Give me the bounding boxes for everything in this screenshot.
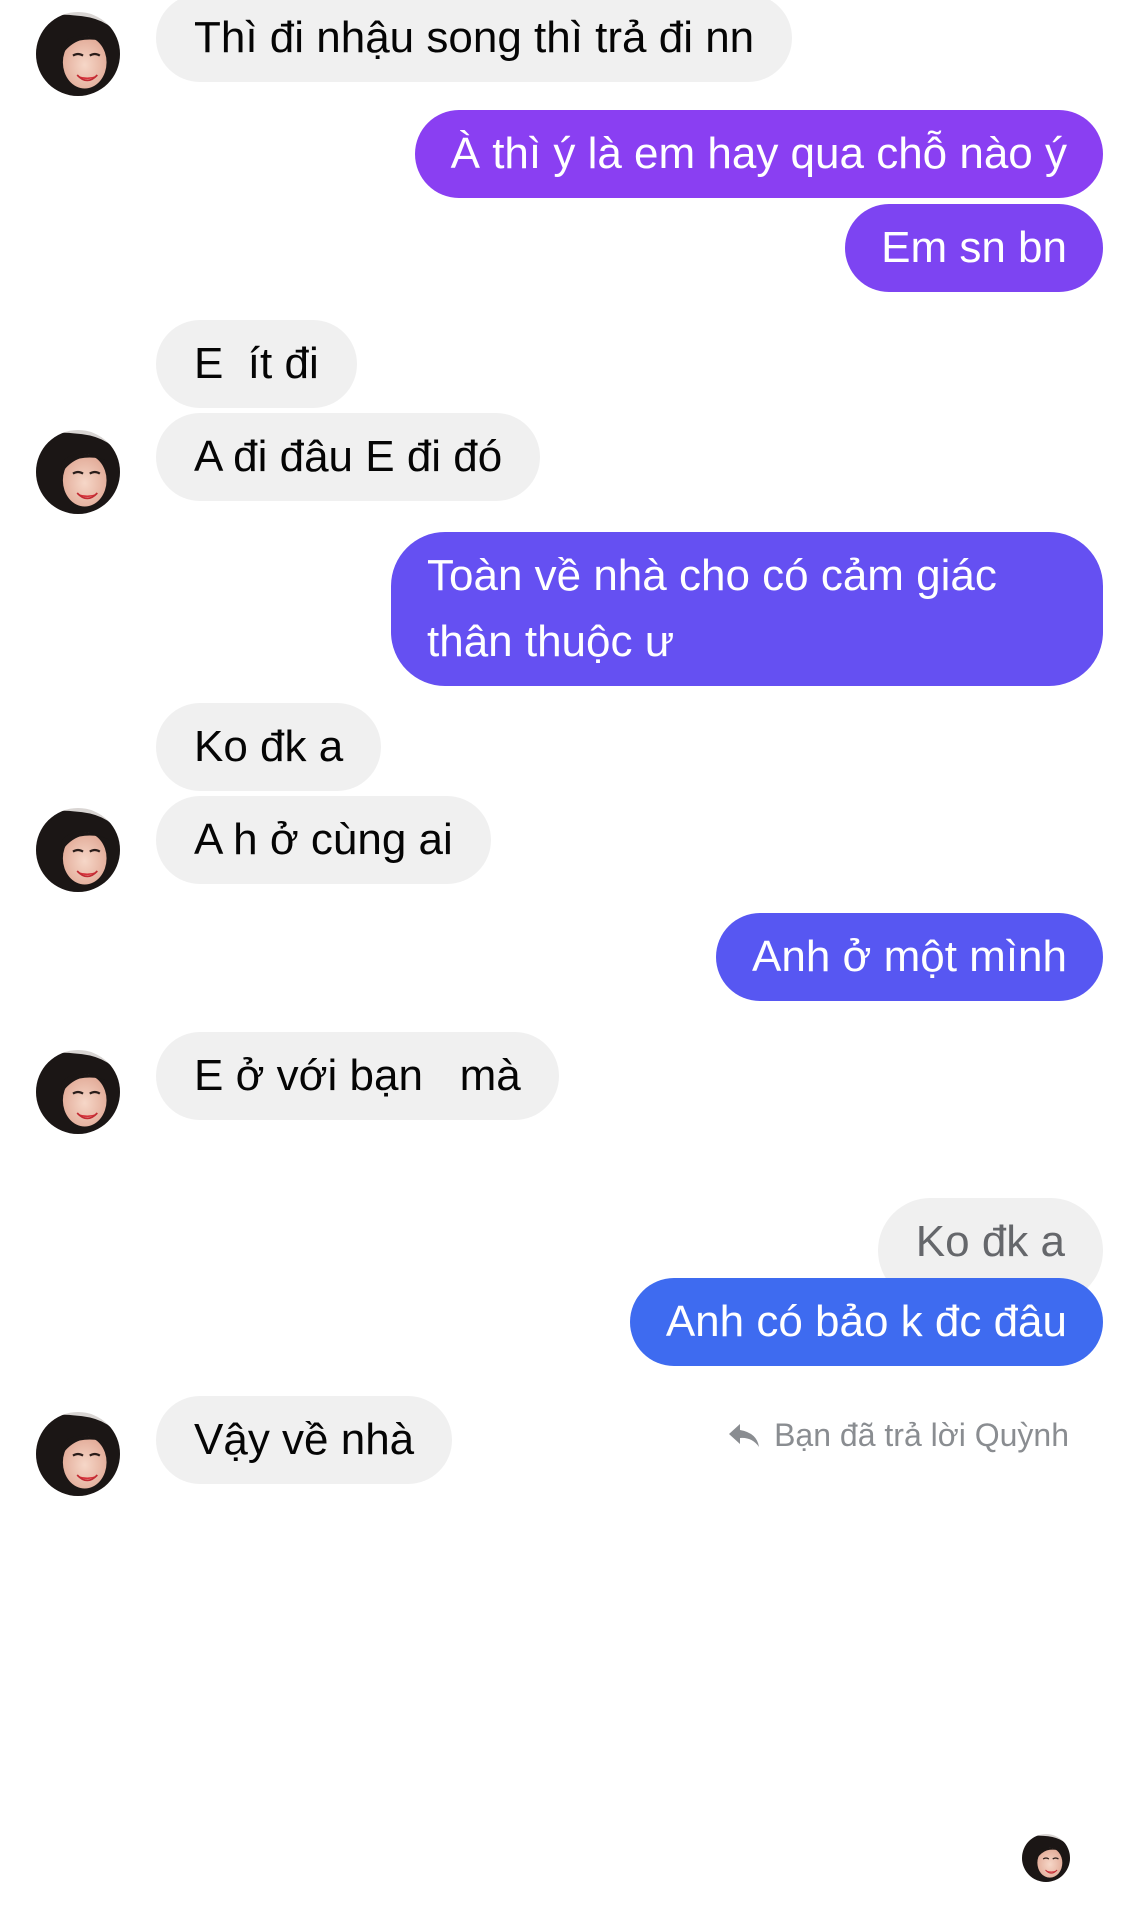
avatar-contact[interactable] <box>36 808 120 892</box>
message-incoming[interactable]: A đi đâu E đi đó <box>156 413 541 501</box>
reply-context-label: Bạn đã trả lời Quỳnh <box>774 1417 1069 1453</box>
avatar-contact[interactable] <box>36 1050 120 1134</box>
message-incoming[interactable]: Thì đi nhậu song thì trả đi nn <box>156 0 793 82</box>
avatar-contact[interactable] <box>36 12 120 96</box>
message-incoming[interactable]: E ở với bạn mà <box>156 1032 559 1120</box>
message-incoming[interactable]: Ko đk a <box>156 703 382 791</box>
chat-thread: Thì đi nhậu song thì trả đi nn À thì ý l… <box>0 0 1125 1922</box>
seen-avatar <box>1022 1834 1070 1882</box>
message-outgoing[interactable]: À thì ý là em hay qua chỗ nào ý <box>414 110 1103 198</box>
message-outgoing[interactable]: Anh ở một mình <box>716 913 1103 1001</box>
message-incoming[interactable]: A h ở cùng ai <box>156 796 491 884</box>
reply-arrow-icon <box>729 1424 760 1447</box>
avatar-contact[interactable] <box>36 1412 120 1496</box>
message-incoming[interactable]: Vậy về nhà <box>156 1396 453 1484</box>
avatar-contact[interactable] <box>36 430 120 514</box>
message-outgoing[interactable]: Em sn bn <box>845 204 1103 292</box>
reply-context: Bạn đã trả lời Quỳnh <box>726 1410 1069 1460</box>
message-outgoing[interactable]: Toàn về nhà cho có cảm giác thân thuộc ư <box>391 532 1103 686</box>
message-outgoing[interactable]: Anh có bảo k đc đâu <box>629 1278 1103 1366</box>
message-incoming[interactable]: E ít đi <box>156 320 357 408</box>
